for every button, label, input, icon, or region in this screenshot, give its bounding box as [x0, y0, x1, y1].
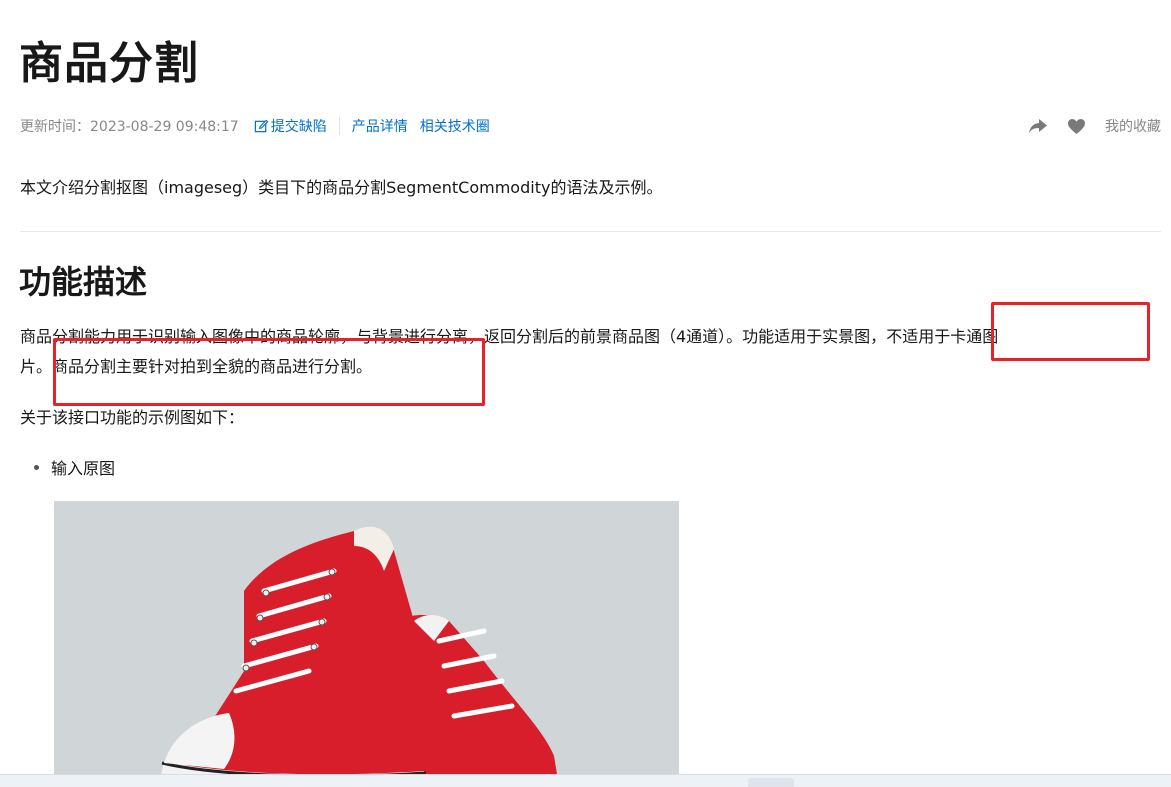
tech-circle-link[interactable]: 相关技术圈	[420, 116, 490, 136]
highlight-box-cartoon	[991, 302, 1150, 361]
doc-meta: 更新时间：2023-08-29 09:48:17 提交缺陷 产品详情 相关技术圈	[20, 116, 490, 136]
page-title: 商品分割	[19, 38, 199, 89]
list-item-label: 输入原图	[51, 459, 116, 478]
intro-text: 本文介绍分割抠图（imageseg）类目下的商品分割SegmentCommodi…	[20, 178, 663, 197]
highlight-box-full-view	[53, 338, 485, 406]
meta-divider	[338, 117, 340, 135]
report-bug-link[interactable]: 提交缺陷	[239, 116, 327, 136]
example-input-image	[54, 501, 679, 786]
example-intro: 关于该接口功能的示例图如下：	[20, 408, 245, 427]
report-bug-label: 提交缺陷	[270, 119, 327, 135]
edit-icon	[254, 119, 269, 132]
list-item: 输入原图	[34, 455, 115, 479]
browser-bottom-bar	[0, 774, 1171, 787]
share-icon[interactable]	[1027, 116, 1049, 136]
red-sneakers-image	[54, 501, 679, 786]
breadcrumb: ▁▁ ▁▁▁▁▁▁▁ ▁▁▁▁ ▁▁▁ ▁▁ ▁▁▁▁▁ ▁▁▁▁▁ ▁▁▁▁	[20, 0, 369, 4]
heart-icon[interactable]	[1065, 116, 1087, 136]
update-time: 更新时间：2023-08-29 09:48:17	[20, 119, 239, 135]
section-divider	[20, 231, 1161, 232]
doc-actions: 我的收藏	[1027, 116, 1161, 136]
product-details-link[interactable]: 产品详情	[352, 116, 408, 136]
bullet	[34, 464, 39, 470]
section-title: 功能描述	[19, 263, 148, 301]
desc-line1-tail: 不适用于卡通图	[886, 327, 999, 346]
my-favorites-link[interactable]: 我的收藏	[1105, 116, 1161, 136]
